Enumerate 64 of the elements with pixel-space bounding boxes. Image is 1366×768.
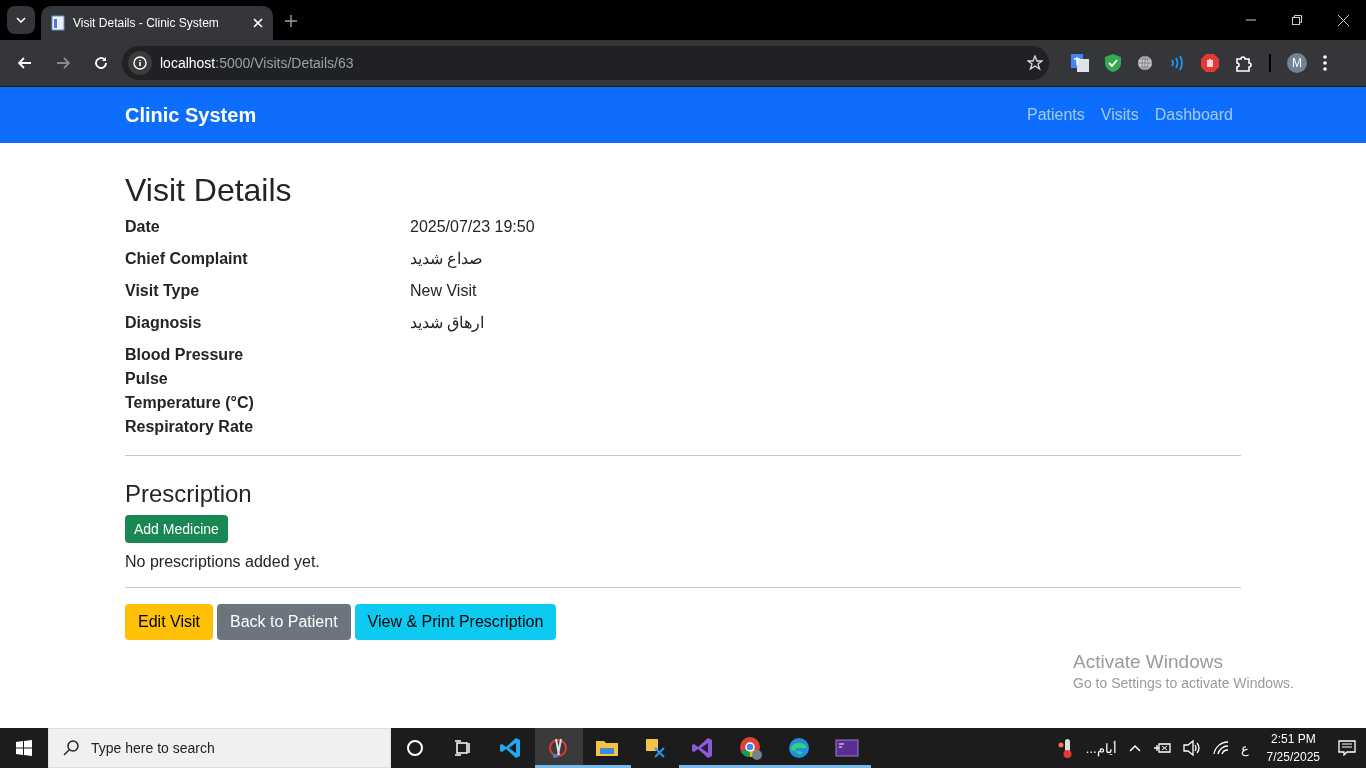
signal-waves-icon[interactable] [1169, 55, 1185, 71]
document-icon [51, 15, 65, 31]
chevron-down-icon [16, 17, 26, 23]
page-title: Visit Details [125, 171, 293, 210]
field-label: Diagnosis [125, 313, 203, 334]
taskbar-search-field[interactable]: Type here to search [48, 728, 391, 768]
power-plug-icon[interactable] [1152, 741, 1171, 755]
windows-logo-icon[interactable] [16, 740, 32, 756]
restore-icon[interactable] [1292, 15, 1302, 25]
tab-title: Visit Details - Clinic System [73, 16, 220, 30]
url-text: localhost:5000/Visits/Details/63 [160, 55, 355, 71]
field-label: Chief Complaint [125, 249, 249, 270]
thermometer-icon [1057, 737, 1074, 759]
activation-hint: Go to Settings to activate Windows. [1073, 675, 1294, 691]
terminal-icon[interactable] [835, 736, 859, 760]
field-label: Temperature (°C) [125, 393, 255, 414]
input-language[interactable]: ع [1240, 740, 1249, 756]
chrome-icon[interactable] [739, 736, 763, 760]
tab-list-button[interactable] [7, 6, 35, 34]
more-menu-icon[interactable] [1323, 55, 1327, 71]
action-button[interactable]: Back to Patient [216, 604, 351, 641]
address-bar[interactable]: localhost:5000/Visits/Details/63 [122, 46, 1049, 80]
empty-message: No prescriptions added yet. [125, 553, 321, 572]
field-value: صداع شديد [410, 249, 485, 270]
close-icon[interactable] [1337, 14, 1349, 26]
edge-icon[interactable] [787, 736, 811, 760]
globe-icon[interactable] [1137, 55, 1153, 71]
field-value: 2025/07/23 19:50 [410, 217, 536, 238]
notification-icon[interactable] [1338, 740, 1356, 756]
action-button[interactable]: View & Print Prescription [354, 604, 557, 641]
forward-arrow-icon[interactable] [56, 57, 70, 69]
brand-link[interactable]: Clinic System [125, 103, 257, 127]
field-label: Visit Type [125, 281, 201, 302]
profile-avatar[interactable]: M [1287, 53, 1307, 73]
search-icon [63, 740, 79, 756]
chevron-up-icon[interactable] [1128, 744, 1141, 752]
plus-icon[interactable] [285, 15, 297, 27]
back-arrow-icon[interactable] [18, 57, 32, 69]
field-label: Blood Pressure [125, 345, 245, 366]
puzzle-icon[interactable] [1235, 54, 1253, 72]
info-icon[interactable] [133, 56, 147, 70]
browser-tab[interactable]: Visit Details - Clinic System [41, 6, 273, 40]
field-label: Respiratory Rate [125, 417, 255, 438]
taskbar-app-button[interactable] [535, 728, 583, 768]
vscode-icon[interactable] [499, 736, 523, 760]
field-value: New Visit [410, 281, 478, 302]
shield-icon[interactable] [1105, 54, 1121, 72]
task-view-icon[interactable] [454, 740, 472, 756]
speaker-icon[interactable] [1182, 740, 1201, 756]
translate-icon[interactable] [1071, 54, 1089, 72]
field-value: ارهاق شديد [410, 313, 486, 334]
action-button[interactable]: Edit Visit [125, 604, 213, 641]
weather-text[interactable]: أيام... [1085, 740, 1117, 756]
wifi-icon[interactable] [1212, 741, 1229, 755]
stop-hand-icon[interactable] [1201, 54, 1219, 72]
reload-icon[interactable] [94, 56, 108, 70]
field-label: Date [125, 217, 161, 238]
taskbar-clock[interactable]: 2:51 PM 7/25/2025 [1266, 730, 1320, 766]
add-medicine-button[interactable]: Add Medicine [125, 515, 228, 544]
field-label: Pulse [125, 369, 169, 390]
section-heading: Prescription [125, 480, 253, 510]
activation-title: Activate Windows [1073, 651, 1224, 673]
star-icon[interactable] [1027, 55, 1043, 71]
circle-icon[interactable] [406, 739, 424, 757]
